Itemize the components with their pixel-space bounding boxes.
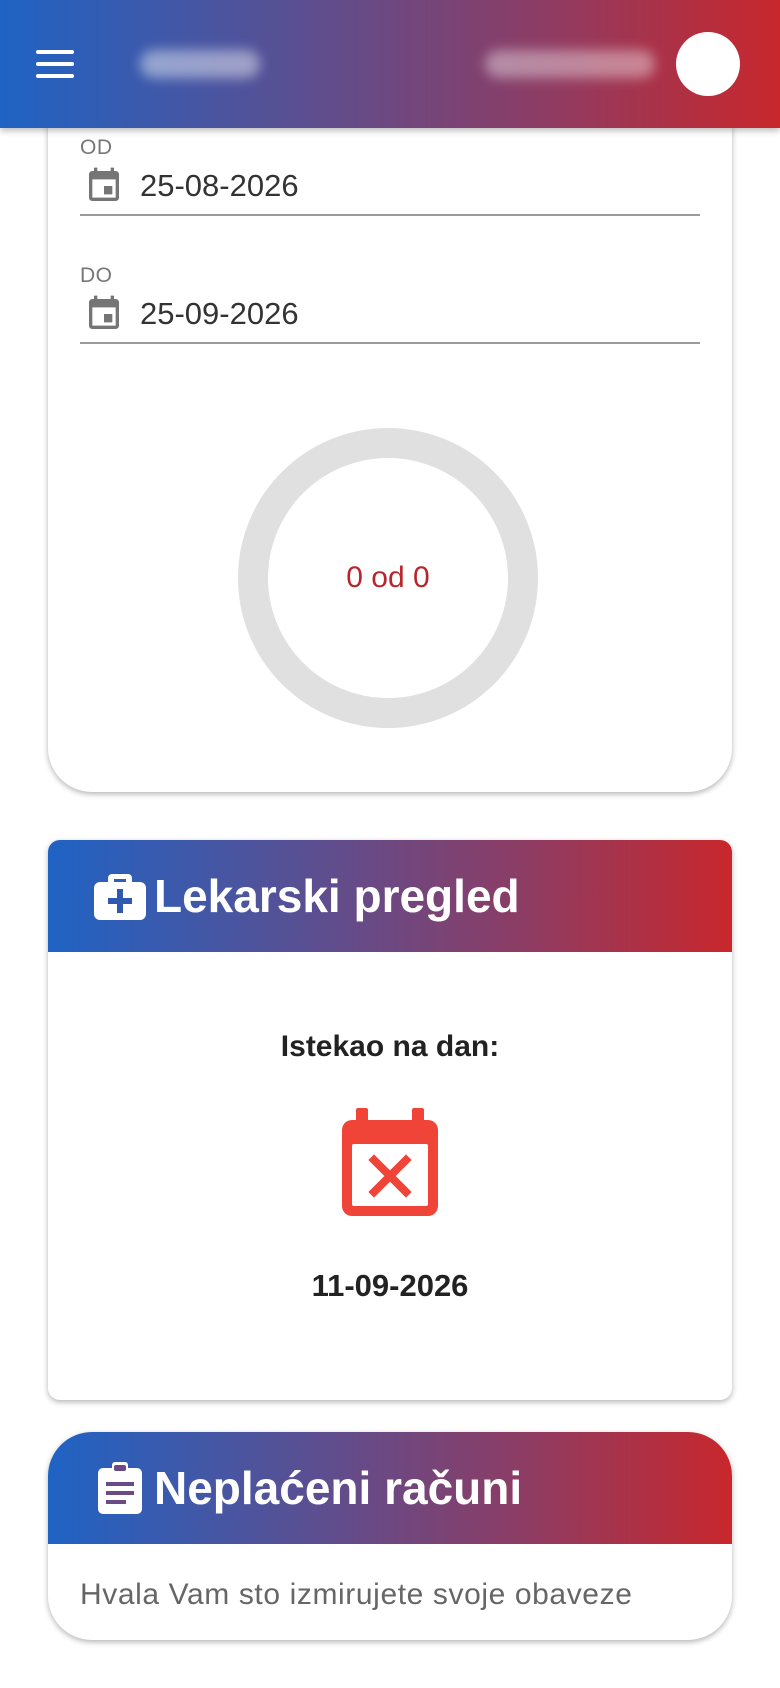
date-from-label: OD: [80, 136, 113, 159]
unpaid-bills-header: Neplaćeni računi: [48, 1432, 732, 1544]
medical-bag-icon: [94, 874, 146, 920]
date-to-label: DO: [80, 264, 113, 287]
date-from-field[interactable]: OD 25-08-2026: [80, 136, 700, 216]
calendar-today-icon[interactable]: [84, 164, 124, 208]
unpaid-bills-message: Hvala Vam sto izmirujete svoje obaveze: [80, 1578, 633, 1611]
menu-icon-bar: [36, 74, 74, 78]
unpaid-bills-card: Neplaćeni računi Hvala Vam sto izmirujet…: [48, 1432, 732, 1640]
menu-icon[interactable]: [36, 50, 74, 78]
date-to-value: 25-09-2026: [140, 296, 299, 331]
calendar-remove-icon: [342, 1108, 438, 1216]
calendar-today-icon[interactable]: [84, 292, 124, 336]
medical-exam-title: Lekarski pregled: [154, 870, 520, 922]
user-name-blurred: [485, 50, 655, 78]
app-header: [0, 0, 780, 128]
app-title-blurred: [140, 50, 260, 78]
menu-icon-bar: [36, 62, 74, 66]
exam-status-label: Istekao na dan:: [280, 1030, 500, 1063]
clipboard-text-icon: [98, 1462, 142, 1514]
exam-expiry-date: 11-09-2026: [311, 1268, 469, 1303]
date-to-field[interactable]: DO 25-09-2026: [80, 264, 700, 344]
menu-icon-bar: [36, 50, 74, 54]
unpaid-bills-title: Neplaćeni računi: [154, 1462, 523, 1514]
progress-text: 0 od 0: [346, 561, 430, 594]
medical-exam-header: Lekarski pregled: [48, 840, 732, 952]
medical-exam-card: Lekarski pregled Istekao na dan: 11-09-2…: [48, 840, 732, 1400]
period-card: OD 25-08-2026 DO 25-09-2026 0 od 0: [48, 60, 732, 792]
avatar[interactable]: [676, 32, 740, 96]
progress-ring: 0 od 0: [238, 428, 538, 728]
date-from-value: 25-08-2026: [140, 168, 299, 203]
